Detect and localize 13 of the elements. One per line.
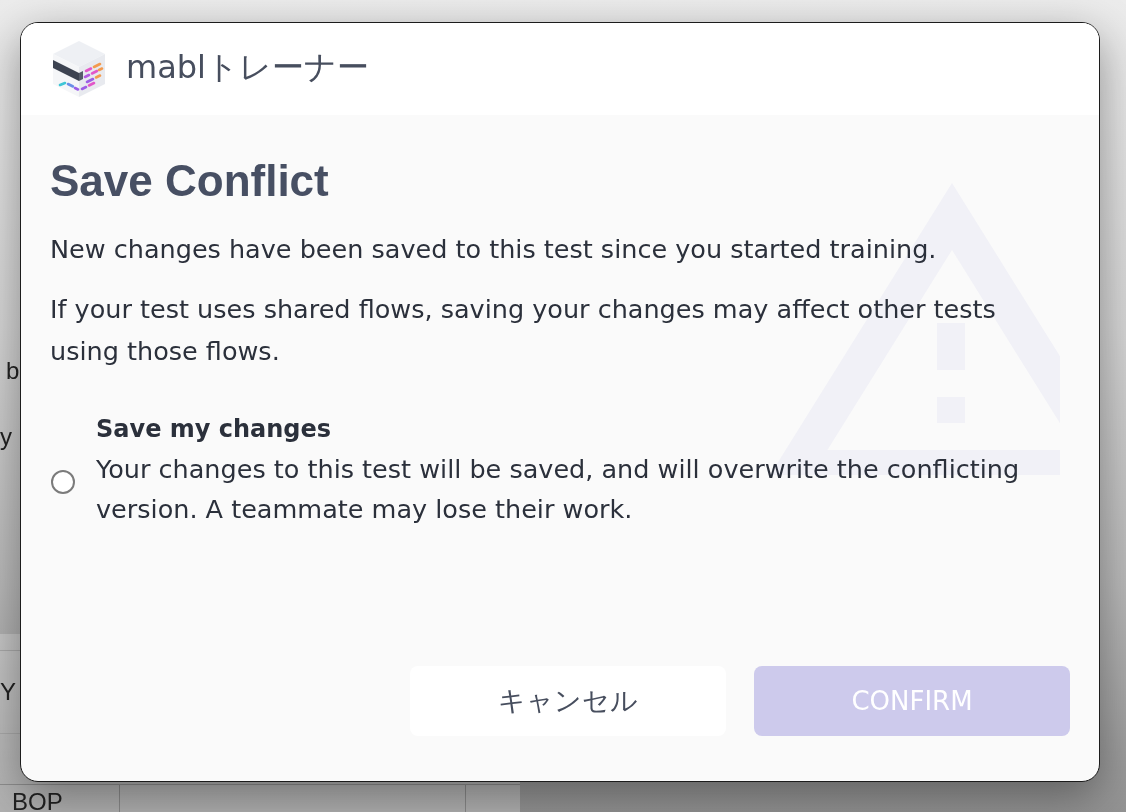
background-text: Y — [0, 678, 16, 706]
option-description: Your changes to this test will be saved, and will overwrite the conflicting version. A teammate may lose their work. — [96, 453, 1021, 526]
background-text: y — [0, 423, 12, 451]
cube-logo-icon — [52, 40, 106, 98]
message-text: New changes have been saved to this test since you started training. — [50, 233, 938, 266]
radio-button[interactable] — [51, 470, 75, 494]
background-text: BOP — [12, 787, 63, 812]
dialog-title: Save Conflict — [50, 156, 329, 206]
message-text: If your test uses shared flows, saving your changes may affect other tests using those flows. — [50, 293, 997, 368]
background-text: b — [6, 357, 20, 385]
option-title: Save my changes — [96, 414, 332, 445]
app-title: mablトレーナー — [126, 47, 369, 88]
cancel-button[interactable]: キャンセル — [410, 666, 726, 736]
